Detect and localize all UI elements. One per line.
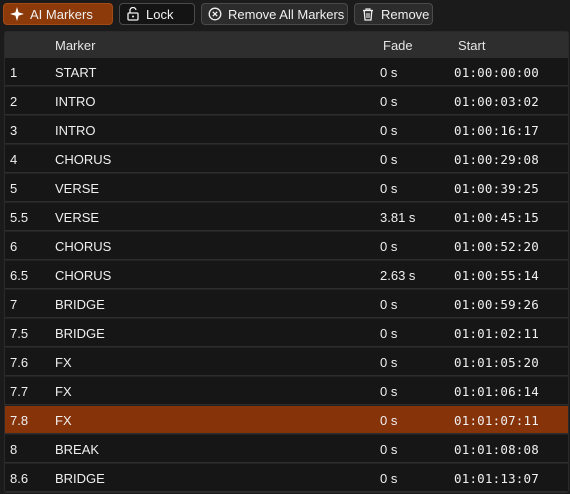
column-header-marker[interactable]: Marker	[55, 38, 95, 53]
remove-button[interactable]: Remove	[354, 3, 433, 25]
table-row[interactable]: 6 CHORUS 0 s 01:00:52:20	[5, 232, 568, 260]
marker-number: 7	[10, 297, 18, 312]
marker-start: 01:00:29:08	[454, 152, 539, 167]
table-row[interactable]: 7 BRIDGE 0 s 01:00:59:26	[5, 290, 568, 318]
marker-number: 5	[10, 181, 18, 196]
marker-name: CHORUS	[55, 239, 112, 254]
marker-number: 6.5	[10, 268, 29, 283]
table-row[interactable]: 4 CHORUS 0 s 01:00:29:08	[5, 145, 568, 173]
marker-start: 01:00:52:20	[454, 239, 539, 254]
table-row[interactable]: 8.6 BRIDGE 0 s 01:01:13:07	[5, 464, 568, 492]
marker-start: 01:01:05:20	[454, 355, 539, 370]
marker-name: BRIDGE	[55, 297, 105, 312]
marker-name: FX	[55, 384, 72, 399]
marker-name: FX	[55, 355, 72, 370]
marker-name: START	[55, 65, 97, 80]
marker-number: 7.5	[10, 326, 29, 341]
table-row[interactable]: 5 VERSE 0 s 01:00:39:25	[5, 174, 568, 202]
lock-button[interactable]: Lock	[119, 3, 195, 25]
marker-name: INTRO	[55, 94, 96, 109]
remove-all-markers-label: Remove All Markers	[228, 6, 345, 22]
marker-start: 01:00:00:00	[454, 65, 539, 80]
marker-fade: 0 s	[380, 384, 398, 399]
marker-number: 4	[10, 152, 18, 167]
marker-number: 1	[10, 65, 18, 80]
marker-number: 2	[10, 94, 18, 109]
table-row[interactable]: 6.5 CHORUS 2.63 s 01:00:55:14	[5, 261, 568, 289]
marker-name: BRIDGE	[55, 471, 105, 486]
marker-start: 01:00:39:25	[454, 181, 539, 196]
markers-table: Marker Fade Start 1 START 0 s 01:00:00:00 2 I…	[4, 31, 569, 493]
marker-fade: 0 s	[380, 123, 398, 138]
toolbar: AI Markers Lock Remove All Markers Remov…	[0, 0, 570, 29]
marker-fade: 0 s	[380, 471, 398, 486]
marker-start: 01:01:13:07	[454, 471, 539, 486]
marker-fade: 0 s	[380, 442, 398, 457]
ai-markers-label: AI Markers	[30, 6, 93, 22]
marker-number: 5.5	[10, 210, 29, 225]
marker-fade: 0 s	[380, 355, 398, 370]
marker-number: 7.7	[10, 384, 29, 399]
marker-name: VERSE	[55, 181, 100, 196]
marker-fade: 3.81 s	[380, 210, 416, 225]
table-row[interactable]: 1 START 0 s 01:00:00:00	[5, 58, 568, 86]
table-row[interactable]: 7.7 FX 0 s 01:01:06:14	[5, 377, 568, 405]
marker-fade: 0 s	[380, 94, 398, 109]
marker-start: 01:01:08:08	[454, 442, 539, 457]
table-row[interactable]: 7.8 FX 0 s 01:01:07:11	[5, 406, 568, 434]
circle-x-icon	[208, 7, 222, 21]
remove-label: Remove	[381, 6, 430, 22]
column-header-start[interactable]: Start	[458, 38, 485, 53]
sparkle-icon	[10, 7, 24, 21]
marker-number: 7.8	[10, 413, 29, 428]
marker-name: CHORUS	[55, 152, 112, 167]
marker-fade: 0 s	[380, 65, 398, 80]
table-row[interactable]: 5.5 VERSE 3.81 s 01:00:45:15	[5, 203, 568, 231]
lock-label: Lock	[146, 6, 174, 22]
marker-number: 8.6	[10, 471, 29, 486]
marker-fade: 0 s	[380, 181, 398, 196]
marker-start: 01:00:45:15	[454, 210, 539, 225]
marker-fade: 0 s	[380, 239, 398, 254]
table-header: Marker Fade Start	[5, 32, 568, 59]
marker-fade: 0 s	[380, 413, 398, 428]
table-row[interactable]: 7.5 BRIDGE 0 s 01:01:02:11	[5, 319, 568, 347]
marker-start: 01:00:55:14	[454, 268, 539, 283]
marker-fade: 2.63 s	[380, 268, 416, 283]
table-row[interactable]: 2 INTRO 0 s 01:00:03:02	[5, 87, 568, 115]
table-row[interactable]: 8 BREAK 0 s 01:01:08:08	[5, 435, 568, 463]
marker-number: 3	[10, 123, 18, 138]
marker-name: BRIDGE	[55, 326, 105, 341]
marker-fade: 0 s	[380, 152, 398, 167]
marker-start: 01:01:06:14	[454, 384, 539, 399]
column-header-fade[interactable]: Fade	[383, 38, 413, 53]
remove-all-markers-button[interactable]: Remove All Markers	[201, 3, 348, 25]
marker-name: FX	[55, 413, 72, 428]
marker-name: BREAK	[55, 442, 100, 457]
marker-number: 6	[10, 239, 18, 254]
lock-open-icon	[126, 7, 140, 21]
marker-start: 01:01:02:11	[454, 326, 539, 341]
marker-number: 7.6	[10, 355, 29, 370]
marker-fade: 0 s	[380, 297, 398, 312]
marker-fade: 0 s	[380, 326, 398, 341]
table-row[interactable]: 7.6 FX 0 s 01:01:05:20	[5, 348, 568, 376]
marker-start: 01:00:16:17	[454, 123, 539, 138]
marker-start: 01:00:03:02	[454, 94, 539, 109]
marker-name: VERSE	[55, 210, 100, 225]
ai-markers-button[interactable]: AI Markers	[3, 3, 113, 25]
table-row[interactable]: 3 INTRO 0 s 01:00:16:17	[5, 116, 568, 144]
trash-icon	[361, 7, 375, 21]
marker-number: 8	[10, 442, 18, 457]
marker-name: CHORUS	[55, 268, 112, 283]
marker-name: INTRO	[55, 123, 96, 138]
marker-start: 01:01:07:11	[454, 413, 539, 428]
marker-start: 01:00:59:26	[454, 297, 539, 312]
